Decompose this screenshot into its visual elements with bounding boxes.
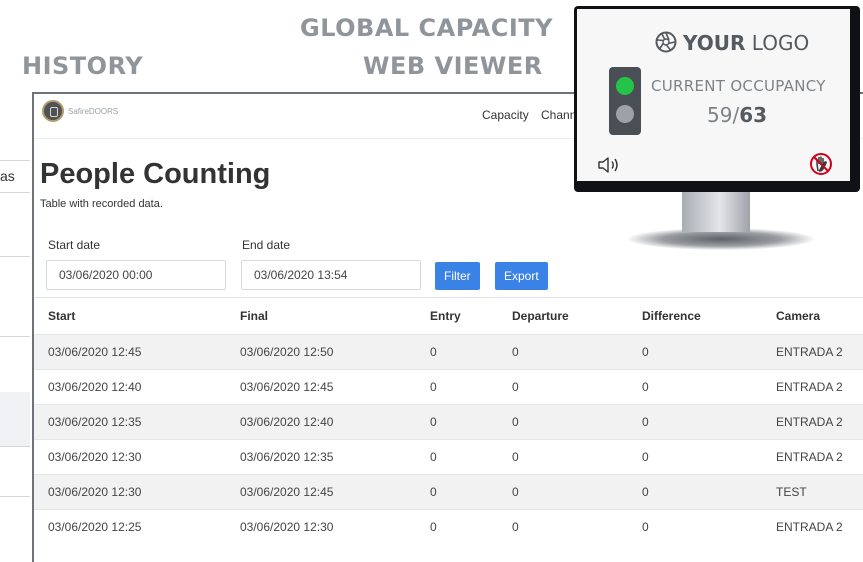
cell-start: 03/06/2020 12:35	[34, 404, 226, 440]
table-row: 03/06/2020 12:35 03/06/2020 12:40 0 0 0 …	[34, 404, 863, 440]
brand-logo-icon[interactable]	[42, 100, 64, 122]
logo-bold-text: YOUR	[683, 31, 746, 55]
cell-start: 03/06/2020 12:40	[34, 369, 226, 405]
occupancy-max: 63	[739, 103, 768, 127]
cell-departure: 0	[498, 334, 628, 370]
cell-start: 03/06/2020 12:25	[34, 509, 226, 544]
cell-difference: 0	[628, 369, 762, 405]
table-row: 03/06/2020 12:30 03/06/2020 12:35 0 0 0 …	[34, 439, 863, 475]
cell-entry: 0	[416, 404, 498, 440]
cell-camera: ENTRADA 2	[762, 404, 863, 440]
cell-departure: 0	[498, 509, 628, 544]
cell-start: 03/06/2020 12:30	[34, 439, 226, 475]
cell-difference: 0	[628, 509, 762, 544]
export-button[interactable]: Export	[495, 262, 548, 290]
cell-camera: ENTRADA 2	[762, 369, 863, 405]
traffic-light-green	[616, 77, 634, 95]
cell-final: 03/06/2020 12:35	[226, 439, 416, 475]
occupancy-value: 59/63	[707, 103, 767, 127]
people-counting-table: Start Final Entry Departure Difference C…	[34, 297, 863, 544]
cell-start: 03/06/2020 12:45	[34, 334, 226, 370]
cell-difference: 0	[628, 404, 762, 440]
cell-final: 03/06/2020 12:45	[226, 474, 416, 510]
cell-entry: 0	[416, 474, 498, 510]
cell-entry: 0	[416, 439, 498, 475]
divider	[0, 496, 30, 497]
divider	[0, 192, 30, 193]
monitor-screen: YOUR LOGO CURRENT OCCUPANCY 59/63	[577, 9, 850, 181]
no-hand-icon	[809, 152, 833, 181]
table-header-row: Start Final Entry Departure Difference C…	[34, 297, 863, 335]
cell-final: 03/06/2020 12:40	[226, 404, 416, 440]
your-logo: YOUR LOGO	[655, 31, 809, 58]
monitor-stand-neck	[682, 192, 750, 232]
column-header-difference[interactable]: Difference	[628, 297, 762, 335]
global-capacity-heading: GLOBAL CAPACITY	[300, 14, 553, 42]
column-header-camera[interactable]: Camera	[762, 297, 863, 335]
filter-button[interactable]: Filter	[435, 262, 480, 290]
column-header-entry[interactable]: Entry	[416, 297, 498, 335]
end-date-input[interactable]	[241, 260, 421, 290]
nav-link-capacity[interactable]: Capacity	[482, 108, 529, 122]
background-window-fragment: as	[0, 160, 30, 560]
logo-light-text: LOGO	[751, 31, 810, 55]
cell-difference: 0	[628, 439, 762, 475]
occupancy-label: CURRENT OCCUPANCY	[651, 77, 826, 95]
cell-camera: ENTRADA 2	[762, 509, 863, 544]
start-date-input[interactable]	[46, 260, 226, 290]
traffic-light	[609, 67, 641, 135]
cell-difference: 0	[628, 474, 762, 510]
occupancy-monitor: YOUR LOGO CURRENT OCCUPANCY 59/63	[574, 6, 860, 192]
cell-entry: 0	[416, 509, 498, 544]
aperture-icon	[655, 31, 677, 58]
web-viewer-heading: WEB VIEWER	[363, 52, 543, 80]
cell-start: 03/06/2020 12:30	[34, 474, 226, 510]
cell-entry: 0	[416, 334, 498, 370]
table-row: 03/06/2020 12:40 03/06/2020 12:45 0 0 0 …	[34, 369, 863, 405]
cell-final: 03/06/2020 12:30	[226, 509, 416, 544]
nav-link-channels[interactable]: Chann	[541, 108, 576, 122]
divider	[0, 160, 30, 161]
cell-departure: 0	[498, 369, 628, 405]
divider	[0, 336, 30, 337]
cell-entry: 0	[416, 369, 498, 405]
speaker-icon	[597, 155, 623, 180]
history-heading: HISTORY	[22, 52, 144, 80]
cell-final: 03/06/2020 12:45	[226, 369, 416, 405]
cell-departure: 0	[498, 439, 628, 475]
background-partial-text: as	[0, 168, 15, 184]
column-header-start[interactable]: Start	[34, 297, 226, 335]
table-row: 03/06/2020 12:30 03/06/2020 12:45 0 0 0 …	[34, 474, 863, 510]
column-header-final[interactable]: Final	[226, 297, 416, 335]
cell-departure: 0	[498, 404, 628, 440]
table-row: 03/06/2020 12:25 03/06/2020 12:30 0 0 0 …	[34, 509, 863, 544]
background-row-highlight	[0, 392, 30, 446]
cell-departure: 0	[498, 474, 628, 510]
cell-final: 03/06/2020 12:50	[226, 334, 416, 370]
divider	[0, 446, 30, 447]
divider	[0, 256, 30, 257]
cell-camera: ENTRADA 2	[762, 334, 863, 370]
traffic-light-off	[616, 105, 634, 123]
page-subtitle: Table with recorded data.	[40, 198, 163, 210]
cell-difference: 0	[628, 334, 762, 370]
cell-camera: TEST	[762, 474, 863, 510]
cell-camera: ENTRADA 2	[762, 439, 863, 475]
table-row: 03/06/2020 12:45 03/06/2020 12:50 0 0 0 …	[34, 334, 863, 370]
column-header-departure[interactable]: Departure	[498, 297, 628, 335]
brand-name[interactable]: SafireDOORS	[68, 107, 118, 116]
start-date-label: Start date	[48, 238, 101, 252]
occupancy-current: 59	[707, 103, 733, 127]
page-title: People Counting	[40, 158, 271, 190]
end-date-label: End date	[242, 238, 291, 252]
